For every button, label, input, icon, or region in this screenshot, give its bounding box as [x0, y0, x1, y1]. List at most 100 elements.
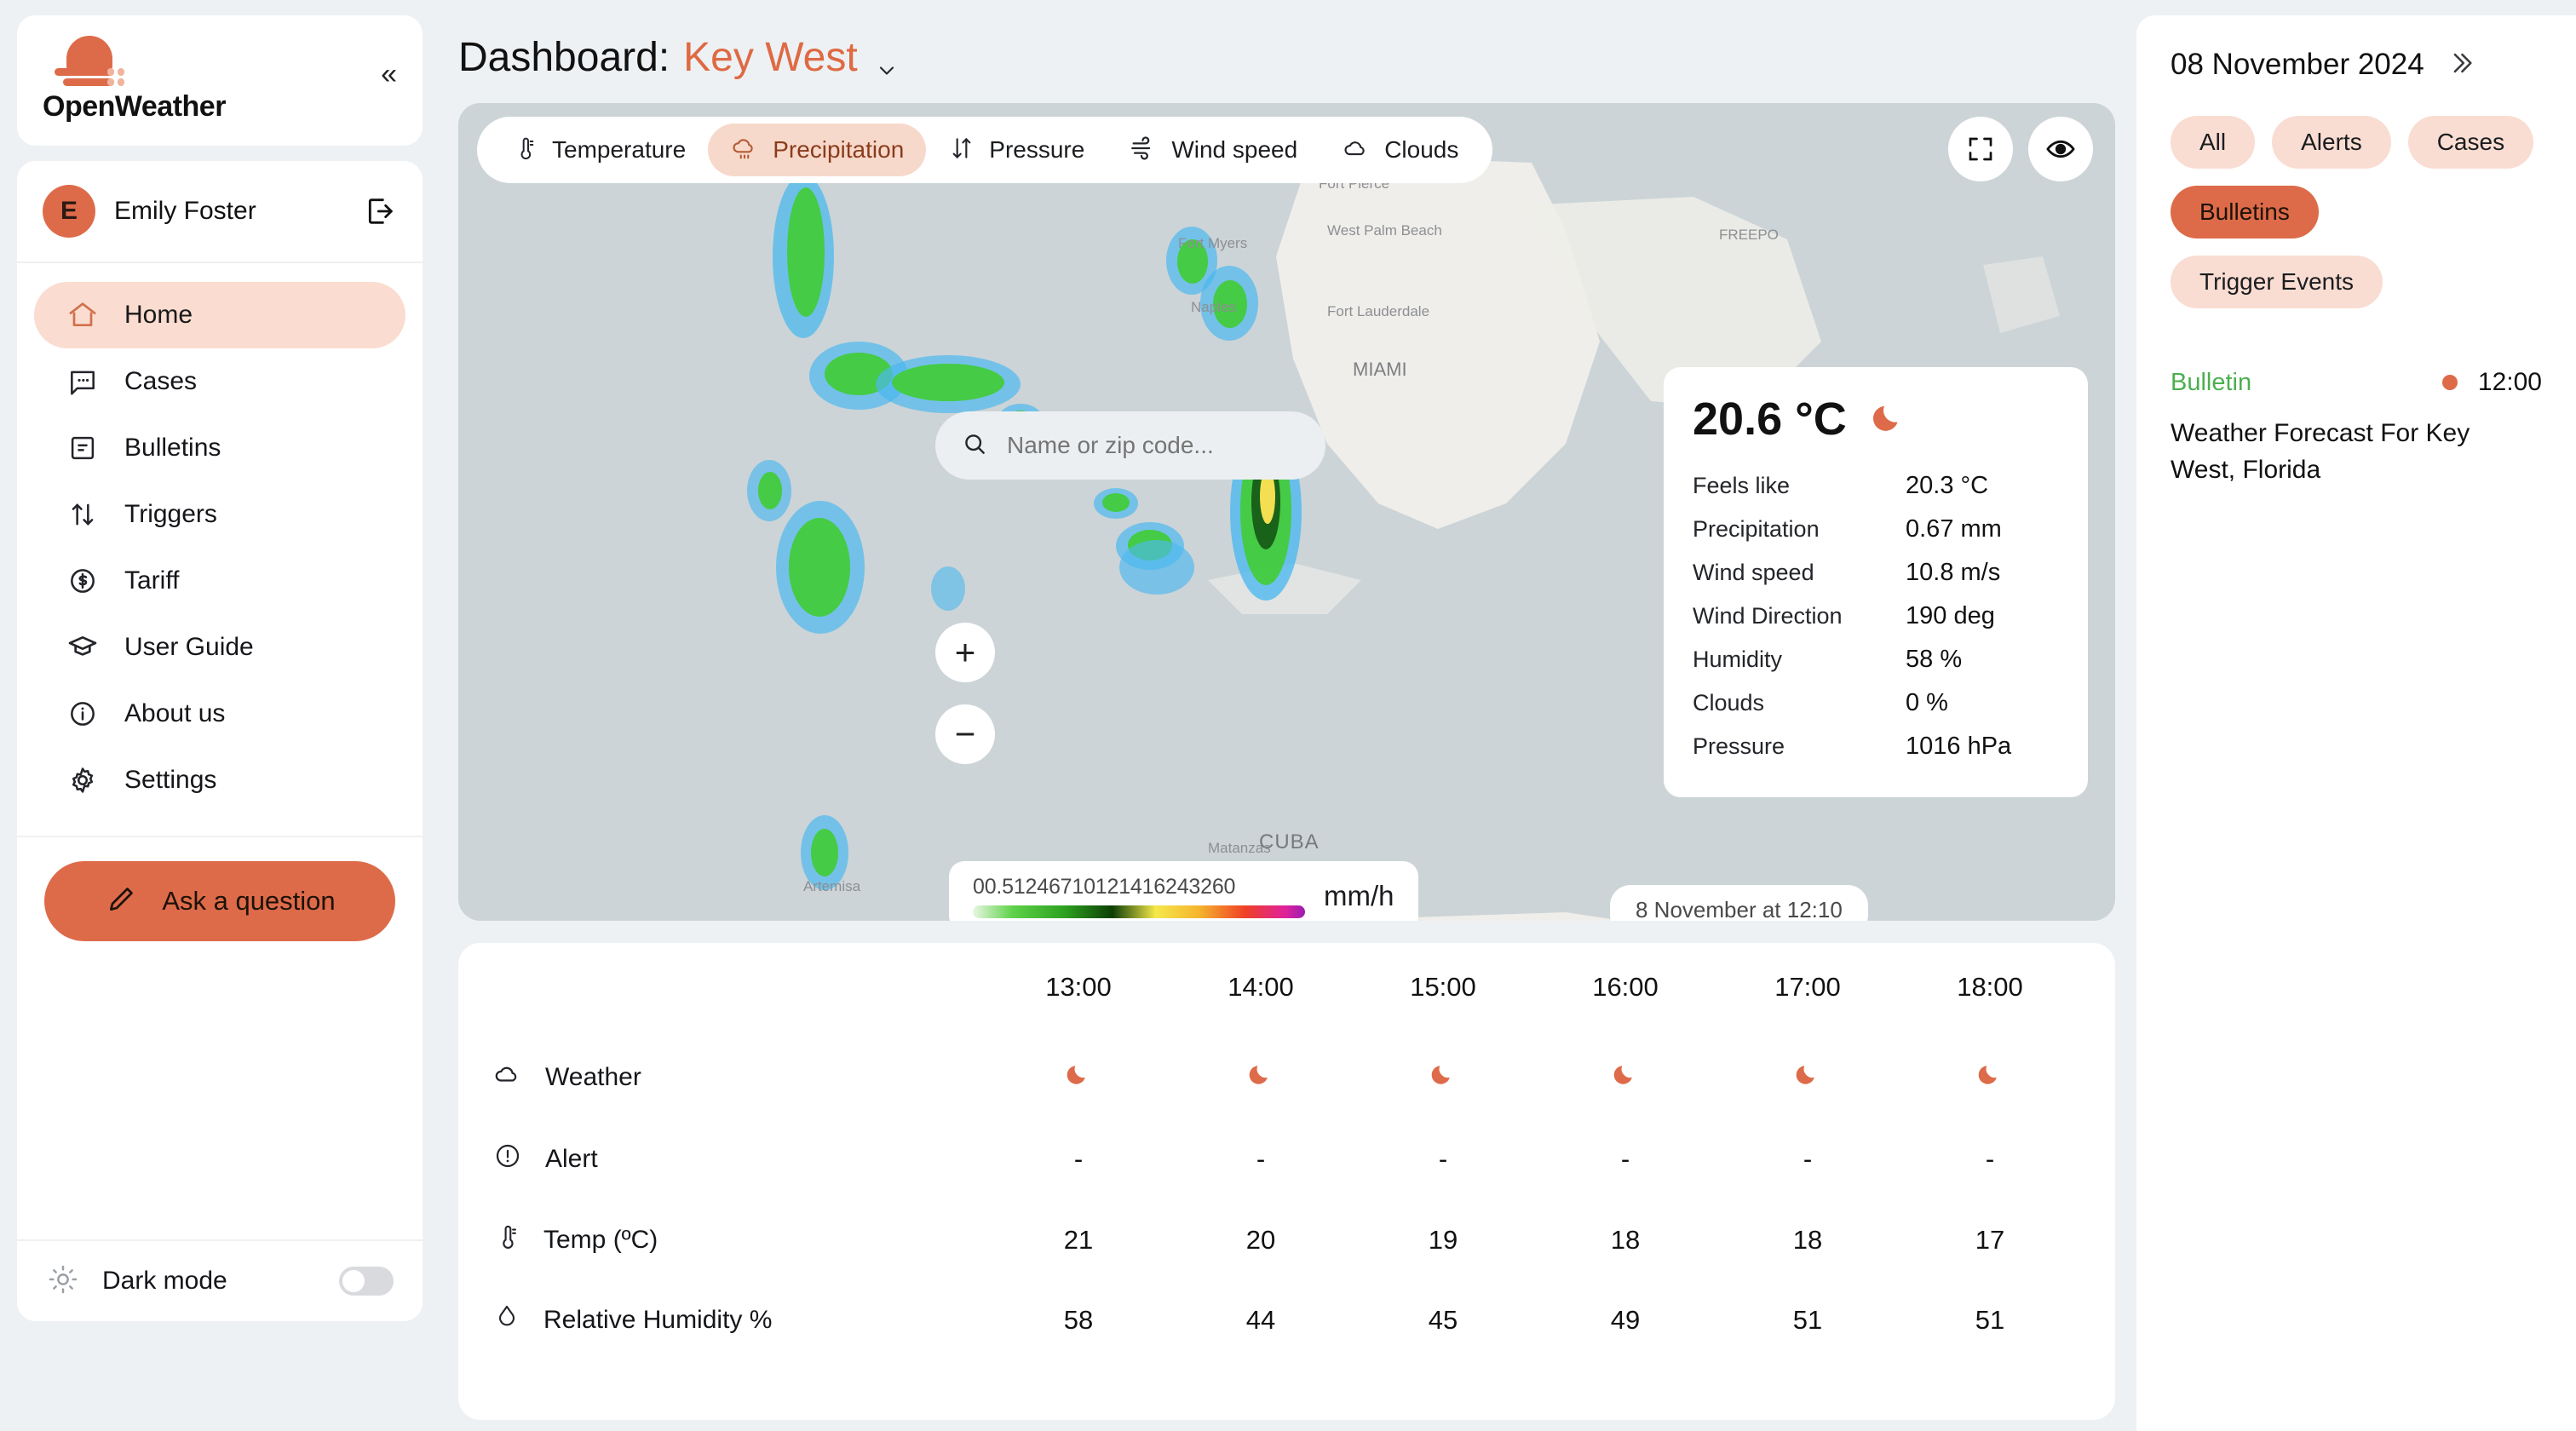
sidebar-item-about-us[interactable]: About us [34, 681, 405, 747]
table-header-row: 13:00 14:00 15:00 16:00 17:00 18:00 [492, 972, 2081, 1037]
dark-mode-row: Dark mode [17, 1239, 423, 1321]
svg-text:Naples: Naples [1191, 299, 1236, 315]
document-icon [63, 428, 102, 468]
chevron-down-icon[interactable] [875, 46, 899, 70]
svg-text:Fort Myers: Fort Myers [1178, 235, 1247, 251]
map-tab-label: Clouds [1384, 136, 1458, 164]
cloud-icon [492, 1059, 523, 1096]
sidebar-item-cases[interactable]: Cases [34, 348, 405, 415]
zoom-in-button[interactable]: + [935, 623, 995, 682]
rain-cloud-icon [730, 134, 759, 167]
chevron-double-right-icon[interactable] [2447, 49, 2475, 82]
page-title-prefix: Dashboard: [458, 34, 670, 81]
chevron-double-left-icon[interactable]: « [381, 60, 397, 89]
sidebar-item-label: Cases [124, 367, 197, 396]
info-row: Wind speed 10.8 m/s [1693, 551, 2059, 595]
arrows-down-up-icon [948, 135, 975, 166]
table-row-label-cell: Alert [492, 1118, 987, 1200]
temp-cell: 21 [987, 1200, 1170, 1280]
info-circle-icon [63, 694, 102, 733]
map-search[interactable] [935, 411, 1325, 480]
dollar-circle-icon [63, 561, 102, 601]
map-tab-temperature[interactable]: Temperature [489, 124, 708, 176]
sidebar-item-home[interactable]: Home [34, 282, 405, 348]
search-input[interactable] [1007, 432, 1300, 459]
weather-cell [987, 1037, 1170, 1118]
table-col-header: 18:00 [1899, 972, 2081, 1037]
left-sidebar: OpenWeather « E Emily Foster [0, 0, 440, 1431]
map-tab-label: Wind speed [1171, 136, 1297, 164]
graduation-cap-icon [63, 628, 102, 667]
sidebar-item-triggers[interactable]: Triggers [34, 481, 405, 548]
sidebar-item-label: User Guide [124, 633, 254, 662]
table-row: Weather [492, 1037, 2081, 1118]
map-tab-clouds[interactable]: Clouds [1320, 124, 1481, 176]
humidity-cell: 58 [987, 1280, 1170, 1360]
ask-question-button[interactable]: Ask a question [44, 861, 395, 941]
zoom-out-button[interactable]: − [935, 704, 995, 764]
table-row-label-cell: Relative Humidity % [492, 1280, 987, 1360]
page-title: Dashboard: Key West [458, 34, 2136, 81]
user-row: E Emily Foster [17, 161, 423, 263]
map-tab-wind-speed[interactable]: Wind speed [1107, 124, 1320, 176]
info-temperature: 20.6 °C [1693, 393, 1847, 445]
table-row-label-cell: Temp (ºC) [492, 1200, 987, 1280]
info-row-value: 1016 hPa [1906, 733, 2011, 761]
humidity-cell: 51 [1716, 1280, 1899, 1360]
sidebar-item-label: Bulletins [124, 434, 221, 463]
dark-mode-label: Dark mode [102, 1267, 339, 1296]
table-col-header: 15:00 [1352, 972, 1534, 1037]
sidebar-item-settings[interactable]: Settings [34, 747, 405, 813]
sidebar-item-tariff[interactable]: Tariff [34, 548, 405, 614]
alert-cell: - [987, 1118, 1170, 1200]
eye-icon[interactable] [2028, 117, 2093, 181]
moon-icon [1429, 1065, 1458, 1095]
info-row: Clouds 0 % [1693, 681, 2059, 725]
temp-cell: 19 [1352, 1200, 1534, 1280]
avatar: E [43, 185, 95, 238]
right-panel: 08 November 2024 All Alerts Cases Bullet… [2136, 15, 2576, 1431]
table-col-header: 16:00 [1534, 972, 1716, 1037]
sidebar-item-user-guide[interactable]: User Guide [34, 614, 405, 681]
table-corner-cell [492, 972, 987, 1037]
page-title-city[interactable]: Key West [683, 34, 858, 81]
gear-icon [63, 761, 102, 800]
chip-alerts[interactable]: Alerts [2272, 116, 2391, 169]
info-row-key: Wind Direction [1693, 603, 1906, 629]
chip-all[interactable]: All [2171, 116, 2255, 169]
chip-trigger-events[interactable]: Trigger Events [2171, 256, 2383, 308]
brand-left: OpenWeather [43, 36, 226, 124]
bulletin-kind: Bulletin [2171, 369, 2442, 397]
user-card: E Emily Foster Home [17, 161, 423, 1321]
sidebar-item-bulletins[interactable]: Bulletins [34, 415, 405, 481]
logout-icon[interactable] [363, 194, 397, 228]
weather-cell [1534, 1037, 1716, 1118]
info-row-key: Precipitation [1693, 516, 1906, 543]
svg-text:Artemisa: Artemisa [803, 878, 861, 894]
map-tab-precipitation[interactable]: Precipitation [708, 124, 926, 176]
info-row: Precipitation 0.67 mm [1693, 508, 2059, 551]
dark-mode-toggle[interactable] [339, 1267, 394, 1296]
fullscreen-icon[interactable] [1948, 117, 2013, 181]
map-tab-pressure[interactable]: Pressure [926, 124, 1107, 176]
thermometer-icon [492, 1222, 521, 1258]
table-row-label: Temp (ºC) [543, 1226, 658, 1255]
table-row: Alert - - - - - - [492, 1118, 2081, 1200]
filter-chips: All Alerts Cases Bulletins Trigger Event… [2171, 116, 2542, 308]
alert-cell: - [1352, 1118, 1534, 1200]
bulletin-item[interactable]: Bulletin 12:00 Weather Forecast For Key … [2171, 368, 2542, 488]
weather-cell [1716, 1037, 1899, 1118]
weather-map[interactable]: Fort Pierce West Palm Beach FREEPO Fort … [458, 103, 2115, 921]
sidebar-item-label: Settings [124, 766, 216, 795]
thermometer-icon [511, 135, 538, 166]
alert-cell: - [1534, 1118, 1716, 1200]
map-tab-label: Precipitation [773, 136, 904, 164]
pencil-icon [104, 882, 138, 921]
weather-cell [1352, 1037, 1534, 1118]
sidebar-item-label: About us [124, 699, 225, 728]
chip-cases[interactable]: Cases [2408, 116, 2533, 169]
chip-bulletins[interactable]: Bulletins [2171, 186, 2319, 238]
droplet-icon [492, 1302, 521, 1338]
svg-text:Fort Lauderdale: Fort Lauderdale [1327, 303, 1429, 319]
map-tooltip-text: 8 November at 12:10 [1636, 897, 1843, 921]
